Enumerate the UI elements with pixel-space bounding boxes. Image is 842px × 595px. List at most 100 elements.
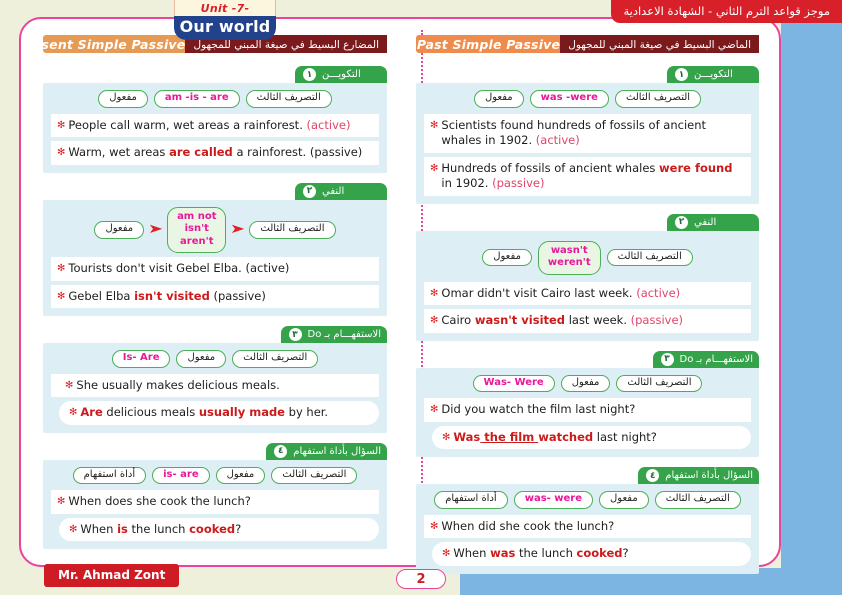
example-sentence: ✻ Omar didn't visit Cairo last week. (act…	[424, 281, 751, 306]
unit-title-label: Our world	[174, 16, 276, 40]
example-sentence: ✻ Warm, wet areas are called a rainforest…	[51, 141, 379, 165]
section-tab: ٣ الاستفهـــام بـ Do	[280, 326, 387, 344]
formula-pill: مفعول	[215, 466, 266, 485]
example-sentence: ✻ When is the lunch cooked?	[59, 517, 379, 542]
section-body: التصريف الثالث wasn't weren't مفعول ✻ Omar di…	[416, 230, 759, 341]
flower-bullet-icon: ✻	[430, 520, 439, 532]
section-number-badge: ٣	[288, 328, 302, 342]
formula-line: aren't	[180, 235, 214, 247]
section-tab: ٣ الاستفهـــام بـ Do	[652, 350, 759, 368]
formula-pill: مفعول	[176, 350, 227, 368]
section-body: التصريف الثالث مفعول was- were أداة استفهام…	[416, 484, 759, 574]
section-body: التصريف الثالث مفعول is- are أداة استفهام ✻ W…	[43, 459, 387, 550]
column-title-arabic: الماضي البسيط في صيغة المبني للمجهول	[560, 35, 759, 53]
formula-pill: was- were	[513, 491, 594, 509]
section-title-label: التكويـــن	[694, 69, 733, 80]
example-sentence: ✻ When did she cook the lunch?	[424, 514, 751, 539]
flower-bullet-icon: ✻	[69, 407, 78, 419]
example-sentence: ✻ When was the lunch cooked?	[432, 542, 751, 566]
sentence-text: Omar didn't visit Cairo last week. (acti…	[441, 285, 681, 300]
formula-pill: مفعول	[482, 248, 532, 267]
sentence-text: Did you watch the film last night?	[441, 402, 636, 417]
grammar-section: ١ التكويـــن التصريف الثالث was -were مفعول ✻…	[416, 66, 759, 204]
grammar-section: ٢ النفي التصريف الثالث ➤ am not isn't aren't ➤ م…	[43, 182, 387, 317]
section-tab: ٤ السؤال بأداة استفهام	[638, 467, 759, 485]
formula-pill: التصريف الثالث	[232, 350, 319, 368]
flower-bullet-icon: ✻	[442, 431, 451, 443]
section-number-badge: ٤	[274, 444, 288, 458]
columns-container: المضارع البسيط في صيغة المبني للمجهولThe…	[19, 17, 781, 574]
example-sentence: ✻ People call warm, wet areas a rainfores…	[51, 113, 379, 138]
flower-bullet-icon: ✻	[57, 496, 66, 508]
section-tab: ١ التكويـــن	[667, 66, 759, 83]
page-number-badge: 2	[396, 569, 446, 589]
unit-number-label: Unit -7-	[174, 0, 276, 16]
formula-line: weren't	[547, 257, 591, 269]
section-body: التصريف الثالث مفعول Is- Are ✻ She usually m…	[43, 343, 387, 433]
example-sentence: ✻ Cairo wasn't visited last week. (passiv…	[424, 309, 751, 333]
arrow-icon: ➤	[230, 222, 246, 238]
right-blue-band	[781, 0, 842, 595]
formula-pill: التصريف الثالث	[271, 466, 358, 485]
example-sentence: ✻ Gebel Elba isn't visited (passive)	[51, 284, 379, 309]
formula-pill: مفعول	[560, 374, 611, 393]
formula-pill: مفعول	[98, 90, 148, 108]
formula-pill-row: التصريف الثالث ➤ am not isn't aren't ➤ مفعول	[51, 206, 379, 254]
section-header: ٢ النفي	[43, 182, 387, 200]
unit-banner: Unit -7- Our world	[174, 0, 276, 40]
section-title-label: السؤال بأداة استفهام	[293, 445, 381, 457]
formula-pill: was -were	[529, 90, 609, 108]
formula-pill-row: التصريف الثالث مفعول was- were أداة استفهام	[424, 491, 751, 509]
formula-pill: التصريف الثالث	[654, 491, 741, 509]
section-number-badge: ٤	[646, 469, 660, 483]
section-header: ٣ الاستفهـــام بـ Do	[43, 326, 387, 344]
section-number-badge: ٣	[660, 352, 674, 366]
header-subject-tag: موجز قواعد الترم الثاني - الشهادة الاعدا…	[611, 0, 842, 23]
flower-bullet-icon: ✻	[57, 263, 66, 275]
section-header: ٤ السؤال بأداة استفهام	[43, 442, 387, 460]
flower-bullet-icon: ✻	[65, 379, 74, 391]
sentence-text: Hundreds of fossils of ancient whales we…	[441, 160, 733, 191]
formula-pill: Is- Are	[111, 350, 171, 368]
grammar-section: ٤ السؤال بأداة استفهام التصريف الثالث مفعول…	[43, 442, 387, 550]
section-body: التصريف الثالث was -were مفعول ✻ Scientists …	[416, 83, 759, 204]
section-header: ١ التكويـــن	[43, 66, 387, 83]
section-header: ٤ السؤال بأداة استفهام	[416, 467, 759, 485]
formula-pill-row: التصريف الثالث مفعول Was- Were	[424, 374, 751, 393]
author-badge: Mr. Ahmad Zont	[44, 564, 180, 587]
example-sentence: ✻ Scientists found hundreds of fossils of…	[424, 113, 751, 153]
section-body: التصريف الثالث ➤ am not isn't aren't ➤ مفعول ✻ T…	[43, 199, 387, 317]
arrow-icon: ➤	[147, 222, 164, 238]
section-number-badge: ٢	[303, 184, 316, 198]
flower-bullet-icon: ✻	[69, 523, 78, 535]
section-tab: ٢ النفي	[667, 213, 759, 231]
example-sentence: ✻ Was the film watched last night?	[432, 425, 751, 450]
formula-pill: أداة استفهام	[72, 466, 147, 485]
section-title-label: التكويـــن	[322, 69, 361, 80]
grammar-section: ٣ الاستفهـــام بـ Do التصريف الثالث مفعول Wa…	[416, 350, 759, 458]
example-sentence: ✻ She usually makes delicious meals.	[51, 373, 379, 398]
section-title-label: النفي	[694, 216, 717, 228]
section-tab: ٤ السؤال بأداة استفهام	[266, 442, 387, 460]
formula-pill: التصريف الثالث	[245, 90, 332, 108]
example-sentence: ✻ Are delicious meals usually made by her…	[59, 401, 379, 425]
column-title-english: The Past Simple Passive	[416, 35, 561, 53]
formula-pill: التصريف الثالث	[616, 374, 703, 393]
flower-bullet-icon: ✻	[430, 119, 439, 131]
sentence-text: When was the lunch cooked?	[453, 546, 629, 561]
grammar-section: ١ التكويـــن التصريف الثالث am -is - are مفع…	[43, 66, 387, 173]
section-header: ٢ النفي	[416, 213, 759, 231]
formula-pill: مفعول	[473, 90, 524, 108]
formula-line: wasn't	[550, 244, 588, 256]
section-number-badge: ٢	[675, 215, 688, 229]
section-title-label: النفي	[322, 185, 345, 197]
sentence-text: When is the lunch cooked?	[80, 521, 242, 536]
formula-pill-row: التصريف الثالث مفعول is- are أداة استفهام	[51, 466, 379, 485]
example-sentence: ✻ When does she cook the lunch?	[51, 490, 379, 514]
sentence-text: Cairo wasn't visited last week. (passive…	[441, 313, 684, 328]
section-number-badge: ١	[675, 68, 688, 81]
formula-pill: أداة استفهام	[434, 491, 508, 509]
formula-box-multiline: wasn't weren't	[537, 240, 601, 275]
sentence-text: People call warm, wet areas a rainforest…	[68, 117, 351, 132]
worksheet-page: Unit -7- Our world موجز قواعد الترم الثا…	[0, 0, 842, 595]
